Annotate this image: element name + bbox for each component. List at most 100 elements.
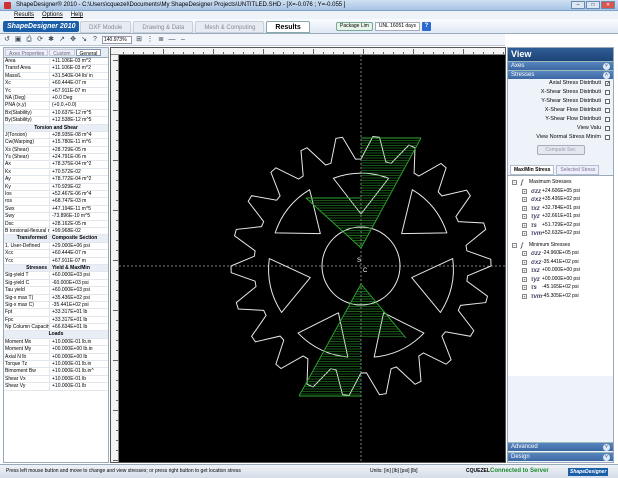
tab-axes-properties[interactable]: Axes Properties <box>5 49 49 57</box>
expand-icon[interactable]: + <box>522 197 527 202</box>
expand-icon[interactable]: + <box>522 285 527 290</box>
info-icon[interactable]: ? <box>91 36 99 44</box>
title-bar: ShapeDesigner® 2010 - C:\Users\cquezel\D… <box>0 0 618 11</box>
property-row: Transf Area +11.106E-03 m^2 <box>4 65 108 73</box>
collapse-icon[interactable]: − <box>512 180 517 185</box>
print-icon[interactable]: ⎙ <box>25 36 33 44</box>
grid-icon[interactable]: ⋮ <box>146 36 154 44</box>
option-checkbox[interactable] <box>605 126 610 131</box>
collapse-icon[interactable]: − <box>512 242 517 248</box>
property-value: +28.162E-05 m <box>52 220 87 227</box>
expand-icon[interactable]: + <box>522 231 527 236</box>
expand-icon[interactable]: + <box>522 188 527 194</box>
tree-group-min[interactable]: − ʃ Minimum Stresses <box>508 241 613 250</box>
tree-item-max[interactable]: + σxz +35.436E+02 psi <box>508 195 613 204</box>
minimize-button[interactable]: – <box>571 1 585 9</box>
stress-option[interactable]: View Normal Stress Min/m <box>508 133 613 142</box>
tree-item-min[interactable]: + σzz -24.960E+05 psi <box>508 249 613 258</box>
stress-outline <box>360 283 407 339</box>
settings-icon[interactable]: ✱ <box>47 36 55 44</box>
tree-item-min[interactable]: + τvm -45.305E+02 psi <box>508 292 613 301</box>
tree-item-max[interactable]: + τvm +52.632E+02 psi <box>508 229 613 238</box>
stresses-section[interactable]: Stresses ˄ <box>508 70 613 79</box>
menu-options[interactable]: Options <box>42 11 63 19</box>
close-button[interactable]: ✕ <box>601 1 615 9</box>
spoke-hole <box>373 312 425 358</box>
expand-icon[interactable]: + <box>522 214 527 219</box>
measure-icon[interactable]: ↘ <box>80 36 88 44</box>
shear-center-label: S <box>357 258 361 264</box>
layers-icon[interactable]: ≣ <box>157 36 165 44</box>
tab-custom[interactable]: Custom <box>49 49 75 57</box>
option-checkbox[interactable] <box>605 117 610 122</box>
stress-option[interactable]: Axial Stress Distributi ✓ <box>508 79 613 88</box>
property-row: Shear Vy +10.000E-01 lb <box>4 383 108 391</box>
option-checkbox[interactable] <box>605 135 610 140</box>
pointer-icon[interactable]: ↗ <box>58 36 66 44</box>
expand-icon[interactable]: + <box>522 276 527 282</box>
tab-results[interactable]: Results <box>266 21 310 33</box>
stress-option[interactable]: X-Shear Flow Distributi <box>508 106 613 115</box>
chevron-down-icon[interactable]: ˅ <box>603 63 610 70</box>
status-logo: ShapeDesigner <box>568 468 609 476</box>
property-row: Sig-yield T +60.000E+03 psi <box>4 272 108 280</box>
stress-value: -45.305E+02 psi <box>542 292 579 299</box>
tree-item-min[interactable]: + τs -45.165E+02 psi <box>508 283 613 292</box>
pan-icon[interactable]: ✥ <box>69 36 77 44</box>
tree-item-max[interactable]: + τyz +32.661E+01 psi <box>508 212 613 221</box>
maximize-button[interactable]: □ <box>586 1 600 9</box>
expand-icon[interactable]: + <box>522 205 527 211</box>
tab-mesh-computing[interactable]: Mesh & Computing <box>195 21 265 33</box>
advanced-section[interactable]: Advanced ˅ <box>508 442 613 451</box>
properties-panel: Axes Properties Custom General Area +11.1… <box>3 47 109 463</box>
option-checkbox[interactable] <box>605 108 610 113</box>
expand-icon[interactable]: + <box>522 259 527 265</box>
axes-section[interactable]: Axes ˅ <box>508 61 613 70</box>
help-icon[interactable]: ? <box>421 22 431 31</box>
line-icon[interactable]: — <box>168 36 176 44</box>
expand-icon[interactable]: + <box>522 222 527 228</box>
property-row: Axial N lb +00.000E+00 lb <box>4 353 108 362</box>
tab-general[interactable]: General <box>75 49 102 57</box>
option-checkbox[interactable]: ✓ <box>605 81 610 87</box>
property-key: Moment Mx <box>4 338 50 346</box>
refresh-icon[interactable]: ⟳ <box>36 36 44 44</box>
tree-item-min[interactable]: + τxz +00.000E+00 psi <box>508 266 613 275</box>
stress-option[interactable]: Y-Shear Stress Distributi <box>508 97 613 106</box>
tree-group-max[interactable]: − ʃ Maximum Stresses <box>508 178 613 187</box>
dash-icon[interactable]: – <box>179 36 187 44</box>
tree-item-max[interactable]: + σzz +24.606E+05 psi <box>508 187 613 196</box>
tab-dxf-module[interactable]: DXF Module <box>80 21 132 33</box>
menu-help[interactable]: Help <box>71 11 83 19</box>
package-limit-button[interactable]: Package Lim <box>336 22 373 31</box>
stress-option[interactable]: X-Shear Stress Distributi <box>508 88 613 97</box>
undo-icon[interactable]: ↺ <box>3 36 11 44</box>
chevron-down-icon[interactable]: ˅ <box>603 444 610 451</box>
option-checkbox[interactable] <box>605 99 610 104</box>
tab-maxmin-stress[interactable]: Max/Min Stress <box>510 165 555 175</box>
tree-item-min[interactable]: + σxz -35.441E+02 psi <box>508 258 613 267</box>
option-checkbox[interactable] <box>605 90 610 95</box>
compute-section-button[interactable]: Compute Sec <box>536 145 585 155</box>
tab-selected-stress[interactable]: Selected Stress <box>556 165 600 175</box>
stress-option[interactable]: Y-Shear Flow Distributi <box>508 115 613 124</box>
save-icon[interactable]: ▣ <box>14 36 22 44</box>
property-row: 1. User-Defined +29.000E+06 psi <box>4 242 108 251</box>
zoom-field[interactable]: 140.973% <box>102 35 132 44</box>
design-section[interactable]: Design ˅ <box>508 452 613 461</box>
stress-option[interactable]: View Valu <box>508 124 613 133</box>
tree-item-max[interactable]: + τxz +32.784E+01 psi <box>508 204 613 213</box>
zoom-fit-icon[interactable]: ⊞ <box>135 36 143 44</box>
menu-results[interactable]: Results <box>14 11 34 19</box>
expand-icon[interactable]: + <box>522 293 527 299</box>
chevron-up-icon[interactable]: ˄ <box>603 72 610 79</box>
property-value: (+0.0,+0.0) <box>52 102 77 109</box>
results-canvas[interactable]: S C <box>110 47 506 463</box>
tree-item-max[interactable]: + τs +51.729E+02 psi <box>508 221 613 230</box>
chevron-down-icon[interactable]: ˅ <box>603 454 610 461</box>
property-row: Dsc +28.162E-05 m <box>4 220 108 228</box>
expand-icon[interactable]: + <box>522 268 527 273</box>
tab-drawing-data[interactable]: Drawing & Data <box>133 21 194 33</box>
tree-item-min[interactable]: + τyz +00.000E+00 psi <box>508 275 613 284</box>
expand-icon[interactable]: + <box>522 251 527 256</box>
